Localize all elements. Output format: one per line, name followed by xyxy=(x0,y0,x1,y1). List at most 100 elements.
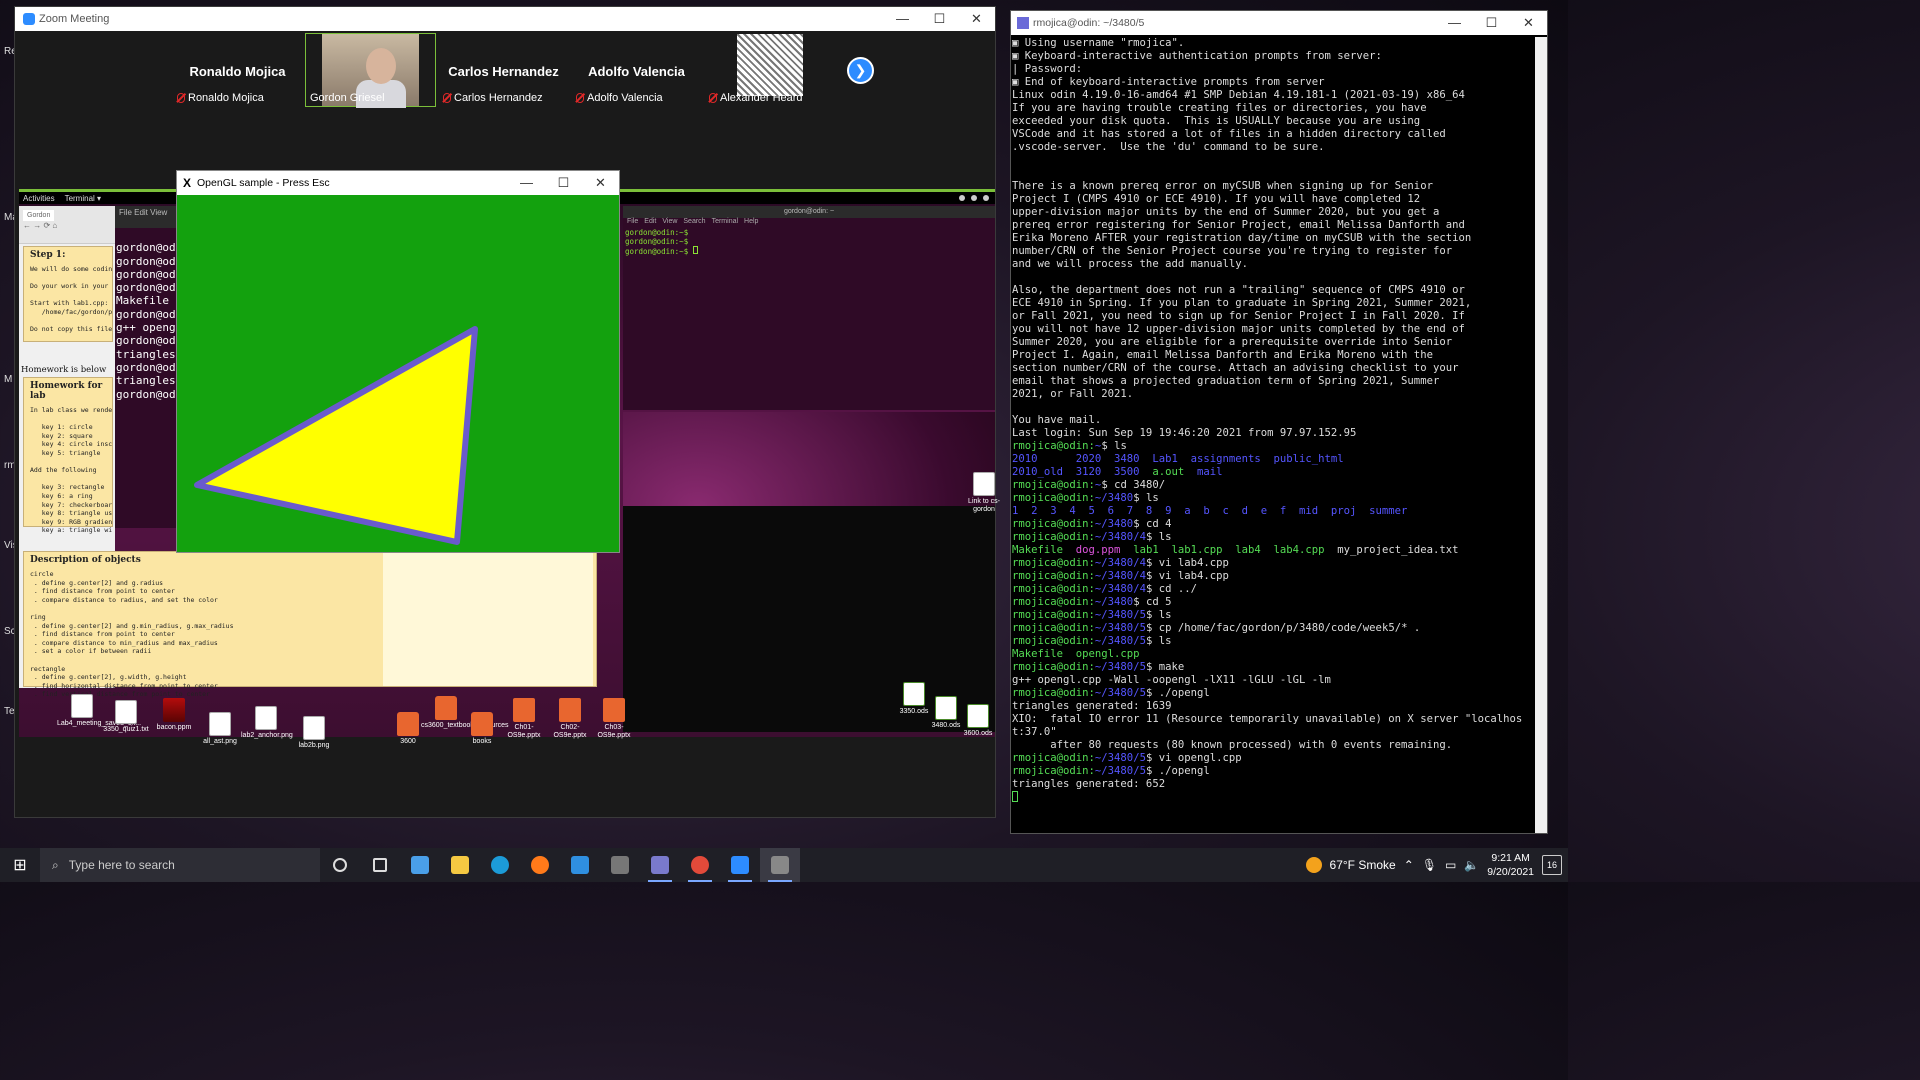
terminal-segment: rmojica@odin: xyxy=(1012,440,1095,452)
desktop-file-icon[interactable]: bacon.ppm xyxy=(149,698,199,732)
terminal-segment: ~/3480 xyxy=(1094,518,1134,530)
participant-name-label: Adolfo Valencia xyxy=(576,92,663,104)
desktop-file-icon[interactable]: Ch02-OS9e.pptx xyxy=(545,698,595,740)
terminal-icon[interactable] xyxy=(600,848,640,882)
close-button[interactable]: ✕ xyxy=(958,11,995,27)
opengl-close-button[interactable]: ✕ xyxy=(582,175,619,191)
muted-mic-icon xyxy=(177,93,185,103)
terminal-segment: Makefile xyxy=(1012,544,1076,556)
edge-icon[interactable] xyxy=(480,848,520,882)
start-button[interactable]: ⊞ xyxy=(0,855,40,875)
task-view-icon[interactable] xyxy=(360,848,400,882)
terminal-line: Project I. Again, email Melissa Danforth… xyxy=(1012,349,1536,362)
maximize-button[interactable]: ☐ xyxy=(921,11,958,27)
terminal-segment: ▣ Keyboard-interactive authentication pr… xyxy=(1012,50,1382,62)
minimize-button[interactable]: — xyxy=(884,11,921,27)
terminal-segment: $ ls xyxy=(1145,635,1172,647)
opengl-canvas[interactable] xyxy=(177,195,619,552)
opengl-maximize-button[interactable]: ☐ xyxy=(545,175,582,191)
terminal-segment: after 80 requests (80 known processed) w… xyxy=(1012,739,1453,751)
terminal-segment: you will not have 12 upper-division majo… xyxy=(1012,323,1465,335)
file-explorer-glyph xyxy=(451,856,469,874)
participant-tile[interactable]: Adolfo Valencia Adolfo Valencia xyxy=(571,33,702,107)
xming-icon[interactable] xyxy=(760,848,800,882)
terminal-line: Linux odin 4.19.0-16-amd64 #1 SMP Debian… xyxy=(1012,89,1536,102)
cortana-icon[interactable] xyxy=(320,848,360,882)
participant-tile[interactable]: Alexander Heard xyxy=(704,33,835,107)
desktop-link-icon[interactable]: Link to cs-gordon xyxy=(959,472,1009,514)
terminal-line: Project I (CMPS 4910 or ECE 4910). If yo… xyxy=(1012,193,1536,206)
notification-button[interactable]: 16 xyxy=(1542,855,1562,875)
terminal-menu-item[interactable]: View xyxy=(662,218,677,228)
terminal-segment: 2021, or Fall 2021. xyxy=(1012,388,1134,400)
next-page-button[interactable]: ❯ xyxy=(847,57,874,84)
putty-terminal-output[interactable]: ▣ Using username "rmojica". ▣ Keyboard-in… xyxy=(1012,37,1536,833)
putty-close-button[interactable]: ✕ xyxy=(1510,15,1547,31)
clock[interactable]: 9:21 AM 9/20/2021 xyxy=(1487,851,1534,879)
putty-scrollbar[interactable] xyxy=(1535,37,1547,833)
chrome-icon[interactable] xyxy=(680,848,720,882)
browser-tab[interactable]: Gordon xyxy=(23,210,55,221)
terminal-menu-item[interactable]: Terminal xyxy=(712,218,738,228)
desktop-file-icon[interactable]: 3600.ods xyxy=(953,704,1003,738)
terminal-menu-item[interactable]: Search xyxy=(683,218,705,228)
participant-tile[interactable]: Ronaldo Mojica Ronaldo Mojica xyxy=(172,33,303,107)
zoom-icon[interactable] xyxy=(720,848,760,882)
firefox-icon[interactable] xyxy=(520,848,560,882)
weather-text[interactable]: 67°F Smoke xyxy=(1330,858,1396,872)
desktop-file-icon[interactable]: Lab4_meeting_saved_ch... xyxy=(57,694,141,728)
terminal-menu-item[interactable]: Help xyxy=(744,218,758,228)
search-icon: ⌕ xyxy=(52,857,59,872)
desktop-file-icon[interactable]: Ch01-OS9e.pptx xyxy=(499,698,549,740)
terminal-segment: $ ./opengl xyxy=(1145,687,1210,699)
microphone-icon[interactable]: 🎙 xyxy=(1422,858,1437,872)
participant-tile[interactable]: Carlos Hernandez Carlos Hernandez xyxy=(438,33,569,107)
putty-minimize-button[interactable]: — xyxy=(1436,15,1473,31)
participant-avatar xyxy=(737,34,803,96)
opengl-minimize-button[interactable]: — xyxy=(508,175,545,191)
putty-icon[interactable] xyxy=(640,848,680,882)
terminal-line: section number/CRN of the course. Attach… xyxy=(1012,362,1536,375)
xming-glyph xyxy=(771,856,789,874)
left-terminal: File Edit View gordon@odi gordon@odi gor… xyxy=(115,206,181,528)
terminal-segment: $ vi lab4.cpp xyxy=(1145,557,1229,569)
left-terminal-menu: File Edit View xyxy=(115,206,181,228)
folder-icon xyxy=(397,712,419,736)
network-tray-icon[interactable]: ▭ xyxy=(1445,858,1456,872)
homework-text: In lab class we rendere key 1: circle ke… xyxy=(30,406,112,535)
terminal-segment: ~/3480/5 xyxy=(1094,752,1146,764)
desktop-file-icon[interactable]: lab2b.png xyxy=(289,716,339,750)
back-icon[interactable]: ← → ⟳ ⌂ xyxy=(23,221,57,230)
desktop-file-icon[interactable]: lab2_anchor.png xyxy=(241,706,293,740)
participant-big-name: Ronaldo Mojica xyxy=(189,64,286,79)
file-explorer-icon[interactable] xyxy=(440,848,480,882)
vscode-icon[interactable] xyxy=(560,848,600,882)
search-box[interactable]: ⌕ Type here to search xyxy=(40,848,320,882)
speaker-icon[interactable]: 🔈 xyxy=(1464,858,1479,872)
desktop-file-label: lab2b.png xyxy=(298,742,330,749)
terminal-line: Last login: Sun Sep 19 19:46:20 2021 fro… xyxy=(1012,427,1536,440)
terminal-segment: rmojica@odin: xyxy=(1012,557,1095,569)
terminal-menu-item[interactable]: File xyxy=(627,218,638,228)
desktop-file-icon[interactable]: Ch03-OS9e.pptx xyxy=(589,698,639,740)
homework-title: Homework for lab xyxy=(30,381,103,401)
terminal-menu-item[interactable]: Edit xyxy=(644,218,656,228)
terminal-segment: rmojica@odin: xyxy=(1012,661,1095,673)
photos-icon[interactable] xyxy=(400,848,440,882)
terminal-line: ▣ Keyboard-interactive authentication pr… xyxy=(1012,50,1536,63)
putty-maximize-button[interactable]: ☐ xyxy=(1473,15,1510,31)
windows-taskbar: ⊞ ⌕ Type here to search 67°F Smoke ⌃ 🎙 ▭… xyxy=(0,848,1568,882)
tray-chevron-icon[interactable]: ⌃ xyxy=(1404,858,1414,872)
clock-date: 9/20/2021 xyxy=(1487,866,1534,878)
desktop-file-icon[interactable]: 3350_quiz1.txt xyxy=(101,700,151,734)
volume-icon xyxy=(971,195,977,201)
terminal-segment: $ ls xyxy=(1101,440,1127,452)
desktop-file-icon[interactable]: all_ast.png xyxy=(195,712,245,746)
right-terminal-title: gordon@odin: ~ xyxy=(623,206,995,218)
terminal-segment: ~/3480/5 xyxy=(1094,635,1146,647)
participant-tile[interactable]: Gordon Griesel xyxy=(305,33,436,108)
homework-box: Homework for lab In lab class we rendere… xyxy=(23,377,113,534)
terminal-segment: $ make xyxy=(1145,661,1185,673)
terminal-segment: Project I (CMPS 4910 or ECE 4910). If yo… xyxy=(1012,193,1421,205)
participant-name: Adolfo Valencia xyxy=(587,92,663,104)
